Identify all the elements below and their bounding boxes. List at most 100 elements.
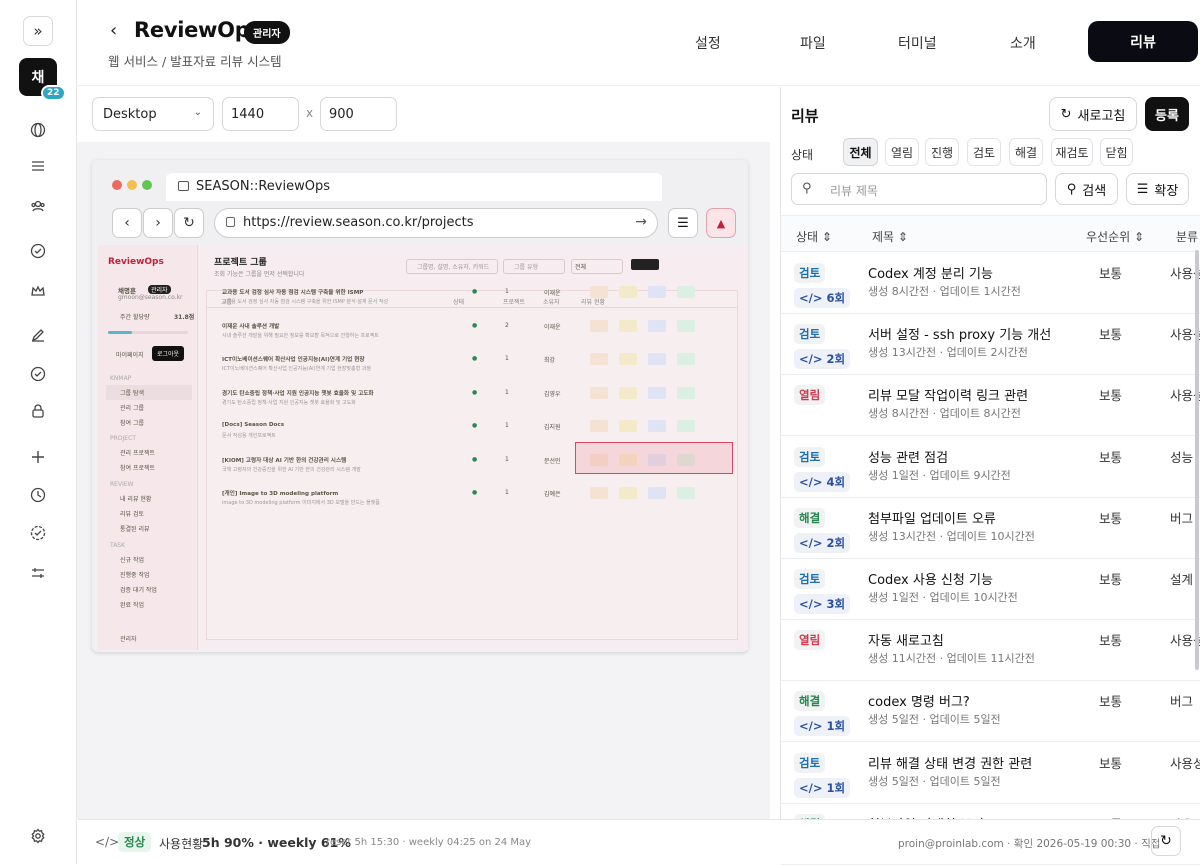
pointer-select-icon[interactable]: ▲ bbox=[706, 208, 736, 238]
mini-logout[interactable]: 로그아웃 bbox=[152, 346, 185, 361]
mini-row-desc: 사내 솔루션 개발을 위해 필요한 정보를 확보할 목적으로 진행하는 프로젝트 bbox=[222, 332, 379, 339]
mini-filter[interactable]: 그룹 유형 bbox=[503, 259, 565, 274]
back-chevron-icon[interactable]: ‹ bbox=[110, 20, 117, 41]
review-title[interactable]: 리뷰 해결 상태 변경 권한 관련 bbox=[868, 753, 1032, 772]
filter-chip-1[interactable]: 열림 bbox=[885, 138, 919, 166]
clock-icon[interactable] bbox=[28, 485, 48, 505]
tab-review[interactable]: 리뷰 bbox=[1088, 21, 1198, 62]
users-icon[interactable] bbox=[28, 196, 48, 216]
filter-chip-4[interactable]: 해결 bbox=[1009, 138, 1043, 166]
mini-nav-11[interactable]: 검증 대기 작업 bbox=[120, 585, 157, 594]
review-row[interactable]: 검토 </> 4회 성능 관련 점검 생성 1일전 · 업데이트 9시간전 보통 성능 bbox=[781, 437, 1200, 498]
col-title[interactable]: 제목 ⇕ bbox=[872, 228, 908, 245]
tab-terminal[interactable]: 터미널 bbox=[898, 33, 937, 53]
expand-sidebar-icon[interactable]: » bbox=[23, 16, 53, 46]
mini-nav-10[interactable]: 진행중 작업 bbox=[120, 570, 150, 579]
lock-icon[interactable] bbox=[28, 401, 48, 421]
refresh-button[interactable]: ↻ 새로고침 bbox=[1049, 97, 1137, 131]
mini-review-cell bbox=[590, 386, 608, 399]
mini-mypage[interactable]: 마이페이지 bbox=[116, 350, 144, 359]
edit-icon[interactable] bbox=[28, 325, 48, 345]
tab-settings[interactable]: 설정 bbox=[695, 33, 721, 53]
mini-nav-9[interactable]: 신규 작업 bbox=[120, 555, 144, 564]
mini-nav-7[interactable]: 리뷰 검토 bbox=[120, 509, 144, 518]
review-title[interactable]: 리뷰 모달 작업이력 링크 관련 bbox=[868, 385, 1028, 404]
mini-nav-1[interactable]: 그룹 탐색 bbox=[106, 385, 192, 400]
plus-icon[interactable] bbox=[28, 447, 48, 467]
review-priority: 보통 bbox=[1099, 755, 1123, 771]
review-row[interactable]: 검토 </> 2회 서버 설정 - ssh proxy 기능 개선 생성 13시간전 … bbox=[781, 314, 1200, 376]
mini-nav-8[interactable]: 통결된 리뷰 bbox=[120, 524, 150, 533]
list-icon[interactable] bbox=[28, 156, 48, 176]
review-row[interactable]: 검토 </> 1회 리뷰 해결 상태 변경 권한 관련 생성 5일전 · 업데이트 5… bbox=[781, 743, 1200, 804]
check-circle-icon[interactable] bbox=[28, 241, 48, 261]
go-arrow-icon[interactable]: → bbox=[635, 214, 647, 230]
settings-icon[interactable] bbox=[28, 826, 48, 846]
review-title[interactable]: 서버 설정 - ssh proxy 기능 개선 bbox=[868, 324, 1051, 343]
col-category[interactable]: 분류 bbox=[1176, 228, 1198, 245]
filter-chip-3[interactable]: 검토 bbox=[967, 138, 1001, 166]
tab-about[interactable]: 소개 bbox=[1010, 33, 1036, 53]
filter-chip-0[interactable]: 전체 bbox=[843, 138, 878, 166]
width-input[interactable]: 1440 bbox=[222, 97, 299, 131]
mini-toggle[interactable] bbox=[631, 259, 659, 270]
mini-nav-5[interactable]: 참여 프로젝트 bbox=[120, 463, 155, 472]
tab-files[interactable]: 파일 bbox=[800, 33, 826, 53]
close-dot[interactable] bbox=[112, 180, 122, 190]
mini-nav-3[interactable]: 참여 그룹 bbox=[120, 418, 144, 427]
filter-chip-6[interactable]: 닫힘 bbox=[1100, 138, 1133, 166]
review-title[interactable]: Codex 계정 분리 기능 bbox=[868, 263, 993, 282]
url-bar[interactable]: https://review.season.co.kr/projects → bbox=[214, 208, 658, 238]
review-meta: 생성 8시간전 · 업데이트 1시간전 bbox=[868, 285, 1021, 298]
globe-icon[interactable] bbox=[28, 120, 48, 140]
mini-nav-4[interactable]: 관리 프로젝트 bbox=[120, 448, 155, 457]
badge-check-icon[interactable] bbox=[28, 523, 48, 543]
sliders-icon[interactable] bbox=[28, 563, 48, 583]
chevron-down-icon: ⌄ bbox=[193, 107, 202, 118]
mini-nav-13[interactable]: 관리자 bbox=[120, 634, 137, 643]
browser-forward-icon[interactable]: › bbox=[143, 208, 173, 238]
mini-section-4: TASK bbox=[110, 542, 126, 549]
browser-tab[interactable]: SEASON::ReviewOps bbox=[166, 173, 662, 201]
scrollbar[interactable] bbox=[1195, 250, 1199, 670]
review-title[interactable]: codex 명령 버그? bbox=[868, 691, 970, 710]
status-badge: 열림 bbox=[794, 630, 826, 651]
review-row[interactable]: 해결 </> 1회 codex 명령 버그? 생성 5일전 · 업데이트 5일전 보통 버… bbox=[781, 681, 1200, 743]
check-icon[interactable] bbox=[28, 364, 48, 384]
expand-button[interactable]: ☰ 확장 bbox=[1126, 173, 1189, 205]
register-button[interactable]: 등록 bbox=[1145, 97, 1189, 131]
mini-row-status: ● bbox=[472, 455, 478, 463]
footer-refresh-icon[interactable]: ↻ bbox=[1151, 826, 1181, 856]
review-row[interactable]: 해결 </> 2회 첨부파일 업데이트 오류 생성 13시간전 · 업데이트 10시간… bbox=[781, 498, 1200, 559]
list-view-icon[interactable]: ☰ bbox=[668, 208, 698, 238]
review-row[interactable]: 검토 </> 6회 Codex 계정 분리 기능 생성 8시간전 · 업데이트 1시간… bbox=[781, 253, 1200, 314]
mini-search[interactable]: 그룹명, 설명, 소유자, 키워드 bbox=[406, 259, 498, 274]
review-priority: 보통 bbox=[1099, 388, 1123, 404]
review-title[interactable]: 성능 관련 점검 bbox=[868, 447, 948, 466]
mini-nav-6[interactable]: 내 리뷰 현황 bbox=[120, 494, 151, 503]
col-status[interactable]: 상태 ⇕ bbox=[796, 228, 832, 245]
mini-filter-select[interactable]: 전체 bbox=[571, 259, 623, 274]
review-search-input[interactable]: ⚲ 리뷰 제목 bbox=[791, 173, 1047, 205]
search-button[interactable]: ⚲ 검색 bbox=[1055, 173, 1118, 205]
review-row[interactable]: 열림자동 새로고침생성 11시간전 · 업데이트 11시간전보통사용성 bbox=[781, 620, 1200, 682]
filter-chip-2[interactable]: 진행 bbox=[925, 138, 959, 166]
browser-back-icon[interactable]: ‹ bbox=[112, 208, 142, 238]
crown-icon[interactable] bbox=[28, 281, 48, 301]
col-priority[interactable]: 우선순위 ⇕ bbox=[1086, 228, 1144, 245]
maximize-dot[interactable] bbox=[142, 180, 152, 190]
height-input[interactable]: 900 bbox=[320, 97, 397, 131]
review-title[interactable]: 자동 새로고침 bbox=[868, 630, 944, 649]
review-priority: 보통 bbox=[1099, 633, 1123, 649]
mini-nav-2[interactable]: 관리 그룹 bbox=[120, 403, 144, 412]
review-title[interactable]: 첨부파일 업데이트 오류 bbox=[868, 508, 996, 527]
review-row[interactable]: 열림 리뷰 모달 작업이력 링크 관련 생성 8시간전 · 업데이트 8시간전 보통 사… bbox=[781, 375, 1200, 437]
minimize-dot[interactable] bbox=[127, 180, 137, 190]
filter-chip-5[interactable]: 재검토 bbox=[1051, 138, 1093, 166]
device-select[interactable]: Desktop ⌄ bbox=[92, 97, 214, 131]
mini-review-cell bbox=[677, 319, 695, 332]
browser-reload-icon[interactable]: ↻ bbox=[174, 208, 204, 238]
review-title[interactable]: Codex 사용 신청 기능 bbox=[868, 569, 993, 588]
review-row[interactable]: 검토 </> 3회 Codex 사용 신청 기능 생성 1일전 · 업데이트 10시간… bbox=[781, 559, 1200, 620]
mini-nav-12[interactable]: 완료 작업 bbox=[120, 600, 144, 609]
